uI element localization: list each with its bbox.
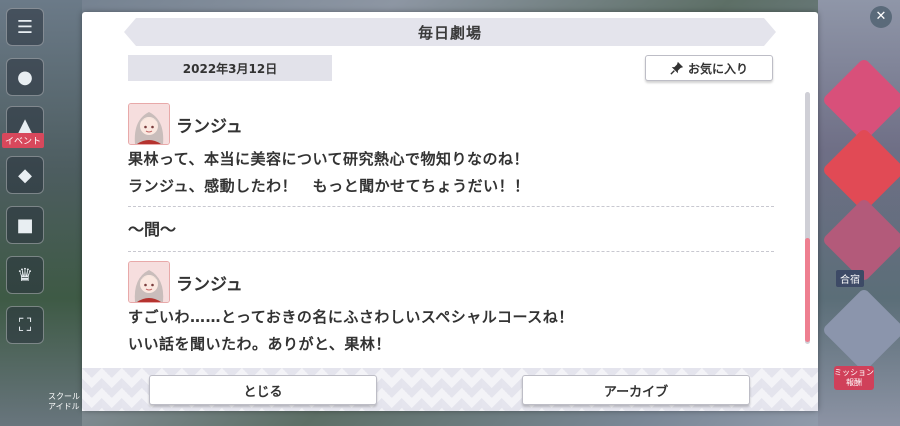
menu-icon[interactable]: ☰ — [6, 8, 44, 46]
close-icon[interactable]: ✕ — [870, 6, 892, 28]
gift-icon[interactable]: ◆ — [6, 156, 44, 194]
favorite-button[interactable]: お気に入り — [645, 55, 773, 81]
divider — [128, 206, 774, 207]
screen-icon[interactable]: ■ — [6, 206, 44, 244]
speaker-row: ランジュ — [128, 260, 774, 304]
favorite-label: お気に入り — [687, 61, 748, 76]
dialogue-entry: ランジュ すごいわ……とっておきの名にふさわしいスペシャルコースね！ いい話を聞… — [128, 260, 774, 358]
background-right-panel: ✕ 合宿 ミッション 報酬 — [818, 0, 900, 426]
speaker-name: ランジュ — [176, 274, 243, 295]
close-button[interactable]: とじる — [149, 375, 377, 405]
camp-label: 合宿 — [836, 270, 864, 287]
event-tag: イベント — [2, 133, 45, 148]
mission-tile[interactable] — [821, 287, 900, 373]
trophy-icon[interactable]: ♛ — [6, 256, 44, 294]
daily-theater-dialog: 毎日劇場 2022年3月12日 お気に入り ランジュ 果林って、本当に美容につい… — [82, 12, 818, 411]
scroll-thumb[interactable] — [805, 238, 810, 342]
background-left-panel: ☰ ● ▲ イベント ◆ ■ ♛ ⛶ スクール アイドル — [0, 0, 82, 426]
avatar — [128, 103, 170, 145]
date-label: 2022年3月12日 — [128, 55, 332, 81]
dialogue-line: ランジュ、感動したわ！ もっと聞かせてちょうだい！！ — [128, 177, 530, 195]
title-banner: 毎日劇場 — [124, 18, 776, 46]
dialogue-line: いい話を聞いたわ。ありがと、果林！ — [128, 335, 391, 353]
dialogue-entry: ランジュ 果林って、本当に美容について研究熱心で物知りなのね！ ランジュ、感動し… — [128, 102, 774, 200]
mission-reward-badge: ミッション 報酬 — [834, 366, 874, 390]
speaker-name: ランジュ — [176, 116, 243, 137]
dialogue-line: 果林って、本当に美容について研究熱心で物知りなのね！ — [128, 150, 530, 168]
dialogue-content[interactable]: ランジュ 果林って、本当に美容について研究熱心で物知りなのね！ ランジュ、感動し… — [128, 96, 774, 368]
pin-icon — [670, 61, 684, 75]
archive-button[interactable]: アーカイブ — [522, 375, 750, 405]
interlude-marker: ～間～ — [128, 220, 177, 239]
dialog-title: 毎日劇場 — [417, 23, 482, 42]
speaker-row: ランジュ — [128, 102, 774, 146]
scrollbar[interactable] — [805, 92, 810, 344]
divider — [128, 251, 774, 252]
chat-icon[interactable]: ● — [6, 58, 44, 96]
dialogue-line: すごいわ……とっておきの名にふさわしいスペシャルコースね！ — [128, 308, 574, 326]
fullscreen-icon[interactable]: ⛶ — [6, 306, 44, 344]
school-idol-tag: スクール アイドル — [48, 392, 80, 411]
avatar — [128, 261, 170, 303]
